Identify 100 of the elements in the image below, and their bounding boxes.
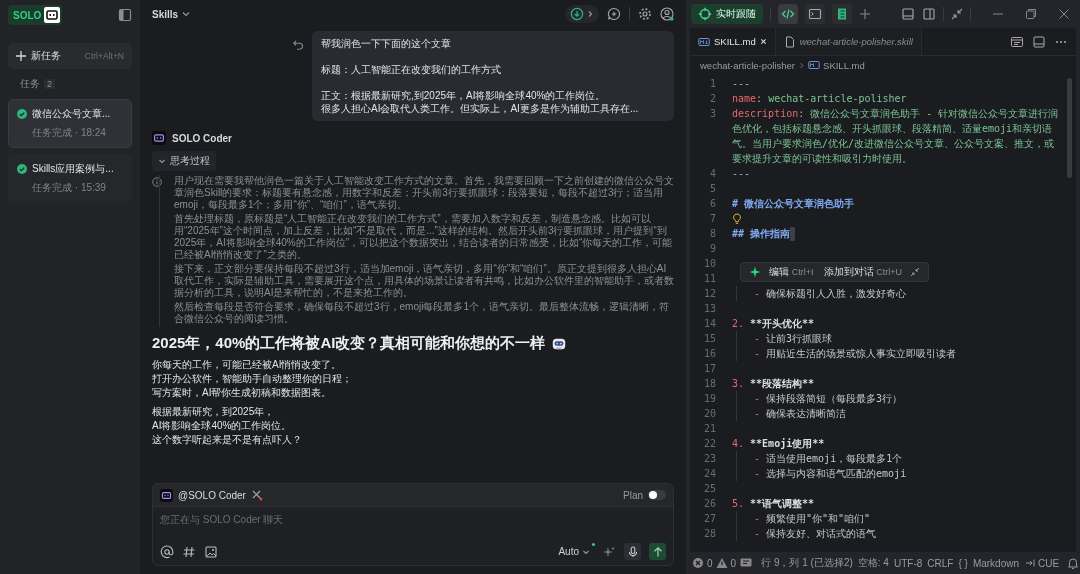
model-selector[interactable]: Auto <box>558 546 594 557</box>
chevron-down-icon[interactable] <box>182 10 191 18</box>
code-line: 4. **Emoji使用** <box>732 437 825 451</box>
count-badge: 2 <box>44 79 55 89</box>
sidebar-toggle-icon[interactable] <box>118 8 132 22</box>
warning-count[interactable]: 0 <box>730 557 737 569</box>
scrollbar[interactable] <box>1067 78 1072 178</box>
new-chat-icon[interactable] <box>607 7 621 21</box>
microphone-button[interactable] <box>624 543 641 560</box>
code-view-button[interactable] <box>778 4 798 24</box>
task-title: Skills应用案例与... <box>32 162 114 176</box>
terminal-button[interactable] <box>805 4 825 24</box>
code-line: - 确保标题引人入胜，激发好奇心 <box>754 287 907 301</box>
split-editor-icon[interactable] <box>1032 34 1046 49</box>
breadcrumb-item[interactable]: wechat-article-polisher <box>700 59 796 71</box>
logo-text: SOLO <box>13 9 42 21</box>
notification-bell-icon[interactable] <box>1066 556 1080 570</box>
new-task-button[interactable]: 新任务 Ctrl+Alt+N <box>8 43 132 69</box>
file-tab[interactable]: SKILL.md <box>690 28 776 55</box>
status-item[interactable]: UTF-8 <box>893 557 923 569</box>
section-label: 任务 <box>20 77 40 91</box>
at-sign-icon[interactable] <box>160 544 174 559</box>
task-title: 微信公众号文章... <box>32 107 111 121</box>
warning-icon[interactable] <box>715 557 728 569</box>
line-number: 10 <box>702 257 717 271</box>
line-number: 8 <box>708 227 717 241</box>
document-view-button[interactable] <box>832 4 852 24</box>
restore-icon[interactable] <box>1025 8 1037 20</box>
status-item[interactable]: CRLF <box>927 557 954 569</box>
popup-action[interactable]: 编辑 Ctrl+I <box>767 265 816 279</box>
line-number: 23 <box>702 452 717 466</box>
message-field[interactable]: 您正在与 SOLO Coder 聊天 Auto <box>153 506 673 565</box>
status-item[interactable]: 空格: 4 <box>857 556 889 570</box>
status-item[interactable]: { } <box>958 557 968 569</box>
collapse-icon[interactable] <box>910 267 921 277</box>
markdown-file-icon <box>698 35 710 48</box>
agent-name: SOLO Coder <box>172 132 232 144</box>
terminal-icon <box>808 7 822 21</box>
download-icon <box>570 7 584 21</box>
arrow-to-bar-icon[interactable] <box>1025 558 1035 568</box>
thinking-toggle[interactable]: 思考过程 <box>152 151 216 171</box>
code-line: name: wechat-article-polisher <box>732 92 907 106</box>
code-line: 2. **开头优化** <box>732 317 815 331</box>
error-count[interactable]: 0 <box>707 557 713 569</box>
settings-icon[interactable] <box>638 7 652 21</box>
account-icon[interactable] <box>660 7 674 21</box>
collapse-icon[interactable] <box>951 8 963 20</box>
status-item[interactable]: CUE <box>1038 557 1060 569</box>
chat-bubble-icon[interactable] <box>739 556 754 570</box>
status-item[interactable]: Markdown <box>972 557 1019 569</box>
line-number: 13 <box>702 302 717 316</box>
line-number: 24 <box>702 467 717 481</box>
undo-icon[interactable] <box>292 39 304 51</box>
task-status: 任务完成 · 18:24 <box>31 126 107 140</box>
task-item[interactable]: Skills应用案例与... 任务完成 · 15:39 <box>8 154 132 203</box>
breadcrumb-item[interactable]: SKILL.md <box>823 59 865 71</box>
live-follow-button[interactable]: 实时跟随 <box>691 4 763 24</box>
code-icon <box>781 7 795 21</box>
code-line: --- <box>732 77 751 91</box>
line-number: 3 <box>708 107 717 121</box>
line-number: 18 <box>702 377 717 391</box>
user-message: 帮我润色一下下面的这个文章 标题：人工智能正在改变我们的工作方式 正文：根据最新研究,到2025年，AI将影响全球40%的工作岗位。 很多人担心AI会取代人类工作。但实际上，AI更多是作为辅助工具存在... <box>312 31 674 121</box>
code-line: - 确保表达清晰简洁 <box>754 407 847 421</box>
crosshair-icon <box>698 7 712 21</box>
plan-switch[interactable] <box>648 490 666 500</box>
check-circle-icon <box>17 164 27 174</box>
plus-icon[interactable] <box>859 8 871 20</box>
check-circle-icon <box>17 109 27 119</box>
hash-icon[interactable] <box>182 544 196 559</box>
arrow-up-icon <box>651 545 664 558</box>
code-line: - 保持友好、对话式的语气 <box>754 527 877 541</box>
bottom-panel-icon[interactable] <box>901 7 915 21</box>
image-icon[interactable] <box>204 544 218 559</box>
robot-face-icon <box>152 131 166 145</box>
popup-action[interactable]: 添加到对话 Ctrl+U <box>821 265 905 279</box>
thinking-paragraph: 首先处理标题，原标题是“人工智能正在改变我们的工作方式”，需要加入数字和反差，制造悬念感。比如可以用“2025年”这个时间点，加上反差，比如“不是取代，而是...”这样的结构。然后开头前3行要抓眼球，用户提到“到2025年，AI将影响全球40%的工作岗位”，可以把这个数据突出，结合读者的日常感受，比如“你每天的工作，可能已经被AI悄悄改变了”之类的。 <box>174 213 674 261</box>
agent-mention[interactable]: @SOLO Coder <box>178 489 246 501</box>
split-view-icon[interactable] <box>922 7 936 21</box>
thinking-paragraph: 用户现在需要我帮他润色一篇关于人工智能改变工作方式的文章。首先，我需要回顾一下之前创建的微信公众号文章润色Skill的要求：标题要有悬念感，用数字和反差；开头前3行要抓眼球；段落要短，每段不超过3行；适当用emoji，每段最多1个；多用“你”、“咱们”，语气亲切。 <box>174 175 674 211</box>
line-number: 21 <box>702 422 717 436</box>
file-tab[interactable]: wechat-article-polisher.skill <box>775 28 922 55</box>
send-button[interactable] <box>649 543 666 560</box>
line-number: 14 <box>702 317 717 331</box>
lightbulb-icon[interactable] <box>732 213 742 225</box>
tab-label: wechat-article-polisher.skill <box>799 36 913 47</box>
chevron-down-icon <box>158 157 166 165</box>
info-icon <box>152 177 162 187</box>
answer-paragraph: 你每天的工作，可能已经被AI悄悄改变了。 打开办公软件，智能助手自动整理你的日程； 写方案时，AI帮你生成初稿和数据图表。 <box>152 358 353 400</box>
error-icon[interactable] <box>692 557 704 569</box>
tab-label: SKILL.md <box>714 36 756 47</box>
status-item[interactable]: 行 9，列 1 (已选择2) <box>761 556 853 570</box>
task-item[interactable]: 微信公众号文章... 任务完成 · 18:24 <box>8 99 132 148</box>
chevron-right-icon <box>586 10 594 18</box>
project-title[interactable]: Skills <box>152 8 179 20</box>
preview-icon[interactable] <box>1010 34 1024 49</box>
download-button[interactable] <box>565 5 599 23</box>
line-number: 17 <box>702 362 717 376</box>
code-line: - 用贴近生活的场景或惊人事实立即吸引读者 <box>754 347 957 361</box>
line-number: 27 <box>702 512 717 526</box>
code-line: 5. **语气调整** <box>732 497 815 511</box>
